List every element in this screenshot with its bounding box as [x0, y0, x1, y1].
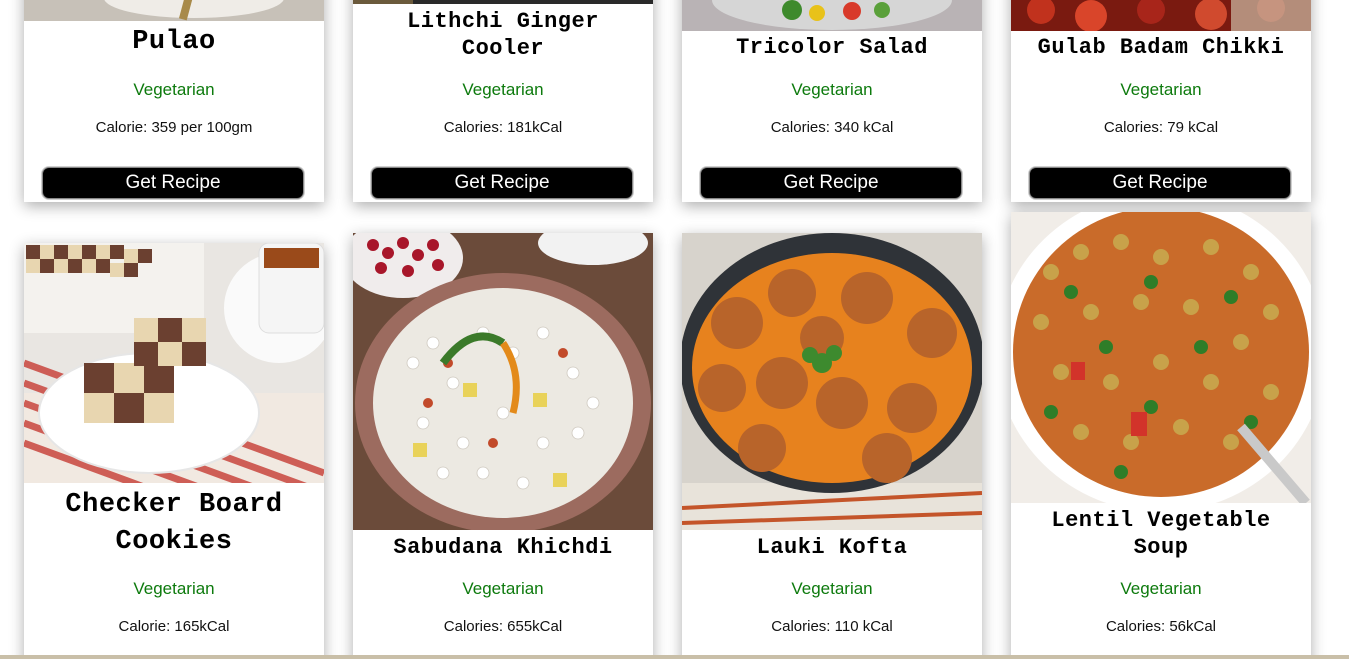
page-bottom-edge	[0, 655, 1349, 659]
diet-label: Vegetarian	[462, 80, 544, 99]
recipe-image	[24, 0, 324, 21]
recipe-card: Gulab Badam Chikki Vegetarian Calories: …	[1011, 0, 1311, 202]
recipe-card: Sabudana Khichdi Vegetarian Calories: 65…	[353, 233, 653, 659]
calorie-text: Calories: 340 kCal	[770, 119, 894, 136]
recipe-title: Lentil Vegetable Soup	[1051, 508, 1271, 560]
recipe-image	[1011, 0, 1311, 31]
recipe-image	[682, 233, 982, 530]
diet-label: Vegetarian	[462, 579, 544, 598]
diet-label: Vegetarian	[1120, 80, 1202, 99]
calorie-text: Calorie: 165kCal	[118, 618, 230, 635]
get-recipe-button[interactable]: Get Recipe	[42, 167, 304, 199]
diet-label: Vegetarian	[133, 80, 215, 99]
recipe-image	[353, 0, 653, 4]
recipe-title: Gulab Badam Chikki	[1037, 35, 1285, 60]
recipe-card: Lauki Kofta Vegetarian Calories: 110 kCa…	[682, 233, 982, 659]
calorie-text: Calories: 110 kCal	[771, 618, 893, 635]
diet-label: Vegetarian	[1120, 579, 1202, 598]
recipe-card: Lentil Vegetable Soup Vegetarian Calorie…	[1011, 212, 1311, 659]
calorie-text: Calories: 181kCal	[443, 119, 563, 136]
diet-label: Vegetarian	[133, 579, 215, 598]
recipe-card: Tricolor Salad Vegetarian Calories: 340 …	[682, 0, 982, 202]
recipe-card: Pulao Vegetarian Calorie: 359 per 100gm …	[24, 0, 324, 202]
recipe-card: Checker Board Cookies Vegetarian Calorie…	[24, 243, 324, 659]
calorie-text: Calories: 56kCal	[1105, 618, 1217, 635]
recipe-image	[682, 0, 982, 31]
get-recipe-button[interactable]: Get Recipe	[371, 167, 633, 199]
diet-label: Vegetarian	[791, 579, 873, 598]
get-recipe-button[interactable]: Get Recipe	[700, 167, 962, 199]
recipe-image	[353, 233, 653, 530]
calorie-text: Calories: 79 kCal	[1103, 119, 1219, 136]
recipe-title: Pulao	[132, 27, 216, 57]
recipe-card: Lithchi Ginger Cooler Vegetarian Calorie…	[353, 0, 653, 202]
recipe-title: Lauki Kofta	[756, 535, 908, 560]
recipe-title: Checker Board Cookies	[65, 490, 283, 557]
recipe-image	[24, 243, 324, 483]
recipe-title: Sabudana Khichdi	[393, 535, 613, 560]
calorie-text: Calorie: 359 per 100gm	[95, 119, 253, 136]
recipe-title: Lithchi Ginger Cooler	[407, 9, 599, 61]
recipe-title: Tricolor Salad	[736, 35, 928, 60]
calorie-text: Calories: 655kCal	[443, 618, 563, 635]
diet-label: Vegetarian	[791, 80, 873, 99]
recipe-image	[1011, 212, 1311, 503]
get-recipe-button[interactable]: Get Recipe	[1029, 167, 1291, 199]
